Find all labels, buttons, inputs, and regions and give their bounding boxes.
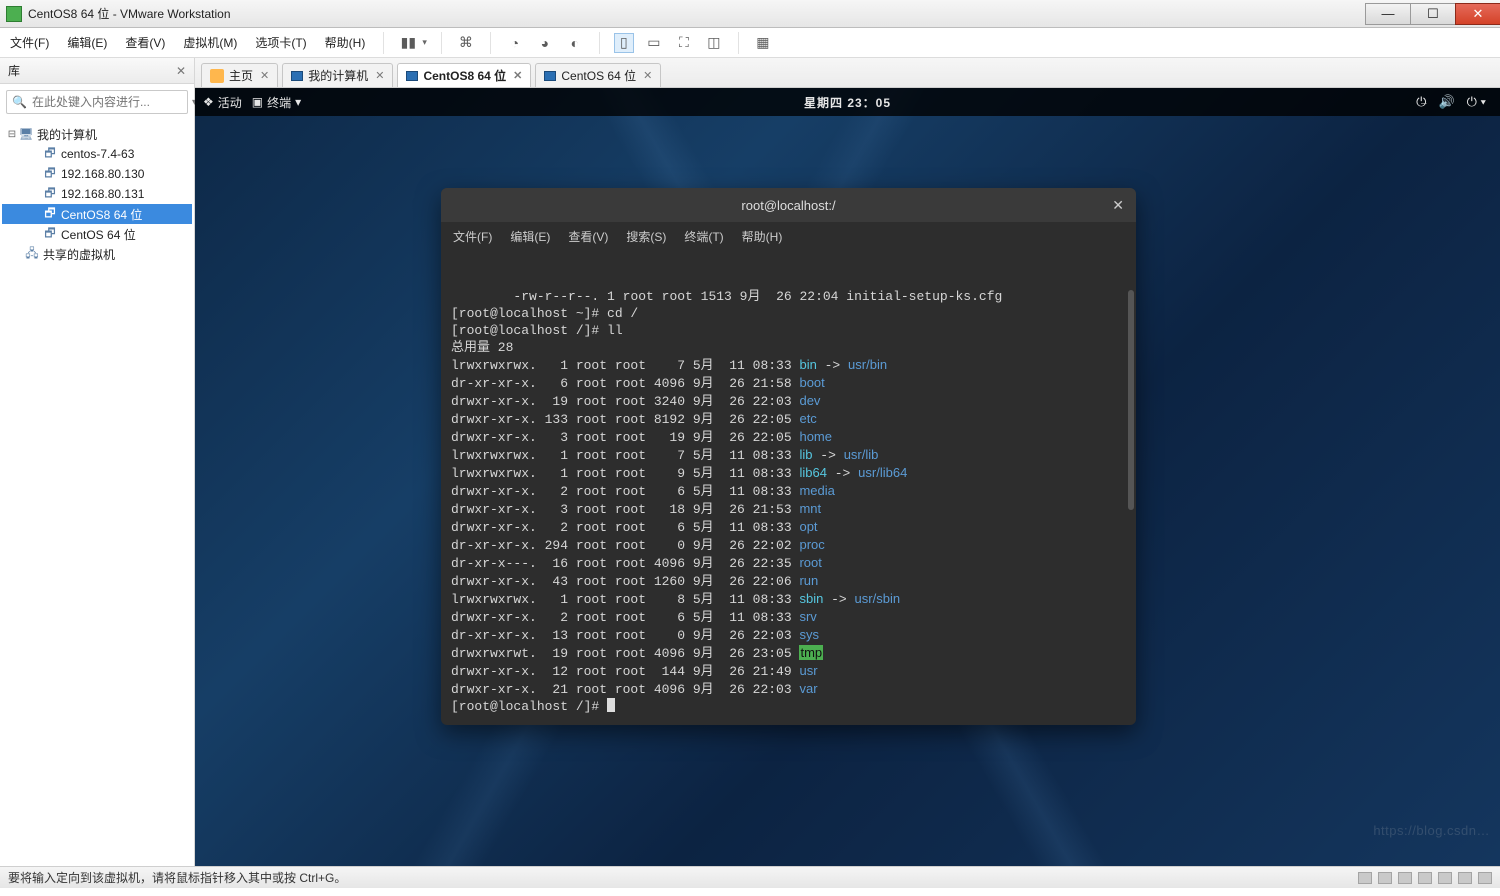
tab-centos8[interactable]: CentOS8 64 位✕ xyxy=(397,63,531,87)
vm-display[interactable]: ❖ 活动 ▣ 终端 ▾ 星期四 23：05 ⏻̶ 🔊 ⏻ ▾ root@loca… xyxy=(195,88,1500,866)
snapshot-icon[interactable]: ◔ xyxy=(505,33,525,53)
view-single-icon[interactable]: ▯ xyxy=(614,33,634,53)
device-icon[interactable] xyxy=(1378,872,1392,884)
device-icon[interactable] xyxy=(1398,872,1412,884)
tab-centos[interactable]: CentOS 64 位✕ xyxy=(535,63,661,87)
app-icon xyxy=(6,6,22,22)
send-key-icon[interactable]: ⌘ xyxy=(456,33,476,53)
close-icon[interactable]: ✕ xyxy=(375,69,384,82)
revert-icon[interactable]: ◐ xyxy=(565,33,585,53)
menu-view[interactable]: 查看(V) xyxy=(121,31,169,54)
gnome-topbar: ❖ 活动 ▣ 终端 ▾ 星期四 23：05 ⏻̶ 🔊 ⏻ ▾ xyxy=(195,88,1500,116)
view-multi-icon[interactable]: ▭ xyxy=(644,33,664,53)
monitor-icon xyxy=(544,71,556,81)
network-icon[interactable]: ⏻̶ xyxy=(1416,94,1426,110)
term-menu-term[interactable]: 终端(T) xyxy=(684,228,723,245)
close-icon[interactable]: ✕ xyxy=(260,69,269,82)
status-tray xyxy=(1358,872,1492,884)
tree-item[interactable]: 🗗192.168.80.130 xyxy=(2,164,192,184)
chevron-down-icon[interactable]: ▾ xyxy=(422,37,427,48)
home-icon xyxy=(210,69,224,83)
power-icon[interactable]: ⏻ ▾ xyxy=(1467,94,1486,110)
menu-edit[interactable]: 编辑(E) xyxy=(63,31,111,54)
close-icon[interactable]: ✕ xyxy=(643,69,652,82)
thumbnail-icon[interactable]: ▦ xyxy=(753,33,773,53)
status-bar: 要将输入定向到该虚拟机，请将鼠标指针移入其中或按 Ctrl+G。 xyxy=(0,866,1500,888)
monitor-icon xyxy=(406,71,418,81)
term-menu-file[interactable]: 文件(F) xyxy=(453,228,492,245)
window-title: CentOS8 64 位 - VMware Workstation xyxy=(28,5,231,22)
menu-file[interactable]: 文件(F) xyxy=(6,31,53,54)
terminal-menubar: 文件(F) 编辑(E) 查看(V) 搜索(S) 终端(T) 帮助(H) xyxy=(441,222,1136,250)
volume-icon[interactable]: 🔊 xyxy=(1438,94,1454,110)
clock[interactable]: 星期四 23：05 xyxy=(804,94,891,111)
sidebar-title: 库 xyxy=(8,62,20,79)
search-icon: 🔍 xyxy=(12,95,27,109)
monitor-icon xyxy=(291,71,303,81)
minimize-button[interactable]: — xyxy=(1365,3,1411,25)
term-menu-view[interactable]: 查看(V) xyxy=(568,228,608,245)
device-icon[interactable] xyxy=(1438,872,1452,884)
device-icon[interactable] xyxy=(1358,872,1372,884)
pause-icon[interactable]: ▮▮ xyxy=(398,33,418,53)
device-icon[interactable] xyxy=(1418,872,1432,884)
unity-icon[interactable]: ◫ xyxy=(704,33,724,53)
term-menu-help[interactable]: 帮助(H) xyxy=(742,228,783,245)
library-tree: ⊟🖥我的计算机 🗗centos-7.4-63 🗗192.168.80.130 🗗… xyxy=(0,120,194,268)
snapshot-manager-icon[interactable]: ◕ xyxy=(535,33,555,53)
menubar: 文件(F) 编辑(E) 查看(V) 虚拟机(M) 选项卡(T) 帮助(H) ▮▮… xyxy=(0,28,1500,58)
terminal-body[interactable]: -rw-r--r--. 1 root root 1513 9月 26 22:04… xyxy=(441,250,1136,725)
tree-shared[interactable]: 🖧共享的虚拟机 xyxy=(2,244,192,264)
maximize-button[interactable]: ☐ xyxy=(1410,3,1456,25)
window-titlebar: CentOS8 64 位 - VMware Workstation — ☐ ✕ xyxy=(0,0,1500,28)
tab-home[interactable]: 主页✕ xyxy=(201,63,278,87)
terminal-title: root@localhost:/ xyxy=(741,198,835,213)
search-input[interactable] xyxy=(32,95,187,109)
tree-root[interactable]: ⊟🖥我的计算机 xyxy=(2,124,192,144)
tree-item[interactable]: 🗗192.168.80.131 xyxy=(2,184,192,204)
menu-help[interactable]: 帮助(H) xyxy=(321,31,370,54)
device-icon[interactable] xyxy=(1478,872,1492,884)
tree-item[interactable]: 🗗CentOS 64 位 xyxy=(2,224,192,244)
tree-item[interactable]: 🗗centos-7.4-63 xyxy=(2,144,192,164)
library-sidebar: 库 ✕ 🔍 ▾ ⊟🖥我的计算机 🗗centos-7.4-63 🗗192.168.… xyxy=(0,58,195,866)
status-text: 要将输入定向到该虚拟机，请将鼠标指针移入其中或按 Ctrl+G。 xyxy=(8,869,346,886)
close-icon[interactable]: ✕ xyxy=(1112,197,1124,214)
menu-tabs[interactable]: 选项卡(T) xyxy=(251,31,310,54)
terminal-window[interactable]: root@localhost:/ ✕ 文件(F) 编辑(E) 查看(V) 搜索(… xyxy=(441,188,1136,725)
term-menu-search[interactable]: 搜索(S) xyxy=(626,228,666,245)
device-icon[interactable] xyxy=(1458,872,1472,884)
tree-item-selected[interactable]: 🗗CentOS8 64 位 xyxy=(2,204,192,224)
term-menu-edit[interactable]: 编辑(E) xyxy=(510,228,550,245)
sidebar-close-icon[interactable]: ✕ xyxy=(176,64,186,78)
activities-button[interactable]: ❖ 活动 xyxy=(203,94,242,111)
watermark: https://blog.csdn… xyxy=(1373,823,1490,838)
close-icon[interactable]: ✕ xyxy=(513,69,522,82)
search-box[interactable]: 🔍 ▾ xyxy=(6,90,188,114)
scrollbar[interactable] xyxy=(1128,290,1134,510)
fullscreen-icon[interactable]: ⛶ xyxy=(674,33,694,53)
terminal-app-button[interactable]: ▣ 终端 ▾ xyxy=(252,94,301,111)
menu-vm[interactable]: 虚拟机(M) xyxy=(179,31,241,54)
close-button[interactable]: ✕ xyxy=(1455,3,1500,25)
tab-strip: 主页✕ 我的计算机✕ CentOS8 64 位✕ CentOS 64 位✕ xyxy=(195,58,1500,88)
tab-mycomputer[interactable]: 我的计算机✕ xyxy=(282,63,393,87)
terminal-titlebar[interactable]: root@localhost:/ ✕ xyxy=(441,188,1136,222)
